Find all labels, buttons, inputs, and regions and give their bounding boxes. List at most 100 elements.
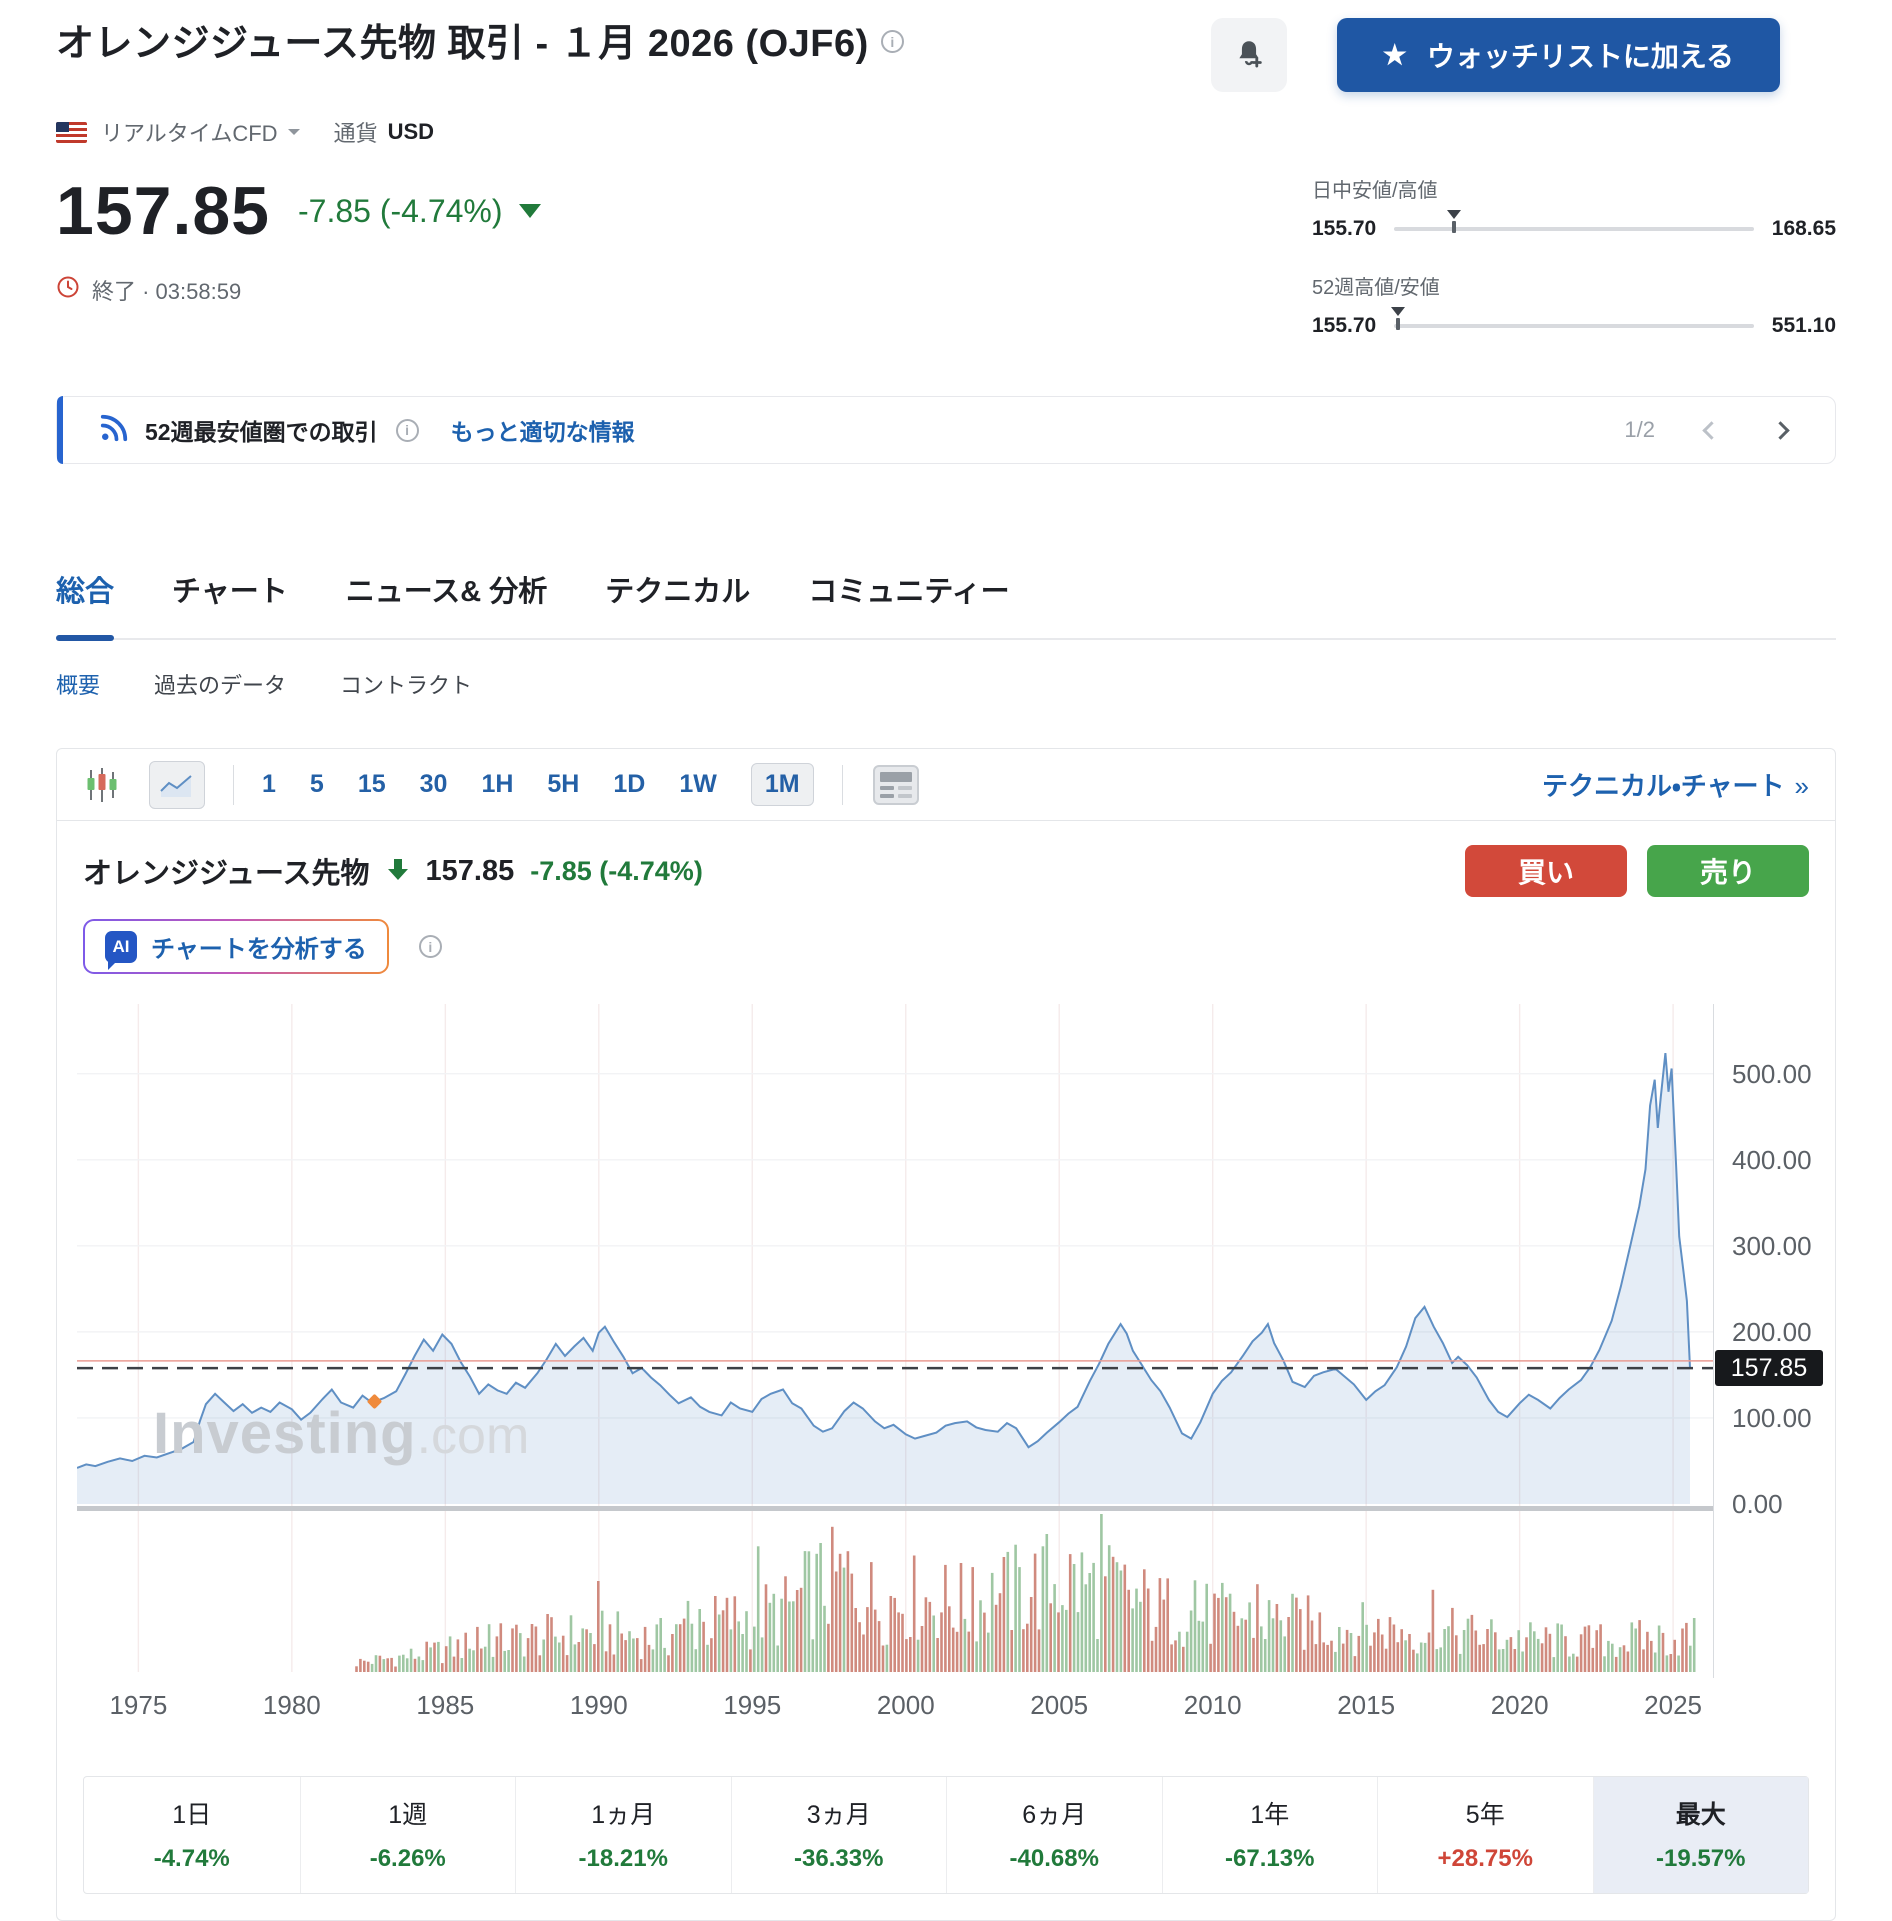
sub-tabs: 概要 過去のデータ コントラクト <box>56 668 1836 700</box>
chart-price-change: -7.85 (-4.74%) <box>530 855 703 886</box>
chart-last-price: 157.85 <box>425 854 515 887</box>
last-price: 157.85 <box>56 173 270 249</box>
technical-chart-link[interactable]: テクニカル・チャート» <box>1542 766 1809 803</box>
intraday-range-label: 日中安値/高値 <box>1312 180 1438 202</box>
perf-label-max: 最大 <box>1675 1801 1726 1829</box>
interval-buttons: 1 5 15 30 1H 5H 1D 1W 1M <box>262 763 814 806</box>
tab-community[interactable]: コミュニティー <box>808 568 1009 638</box>
bell-plus-icon <box>1232 37 1266 74</box>
x-tick-1990: 1990 <box>569 1690 628 1720</box>
perf-label-3m: 3ヵ月 <box>806 1801 871 1829</box>
x-tick-2010: 2010 <box>1183 1690 1242 1720</box>
interval-5h[interactable]: 5H <box>547 770 579 799</box>
intraday-high: 168.65 <box>1771 217 1836 240</box>
y-tick-200: 200.00 <box>1732 1316 1812 1347</box>
perf-value-6m: -40.68% <box>1009 1845 1099 1872</box>
news-layout-button[interactable] <box>871 763 921 807</box>
perf-label-1d: 1日 <box>172 1801 212 1829</box>
chart-card: 1 5 15 30 1H 5H 1D 1W 1M テクニカル・チャート» オレンジジュース先物 <box>56 748 1836 1921</box>
insight-prev-icon[interactable] <box>1702 420 1721 440</box>
clock-icon <box>56 275 80 305</box>
x-tick-1985: 1985 <box>416 1690 475 1720</box>
trade-buttons: 買い 売り <box>1465 845 1809 897</box>
tab-overview[interactable]: 総合 <box>56 568 115 641</box>
instrument-page: オレンジジュース先物 取引 - １月 2026 (OJF6) i ★ ウォッチリ… <box>0 0 1892 1921</box>
tab-news-analysis[interactable]: ニュース& 分析 <box>346 568 548 638</box>
sell-button[interactable]: 売り <box>1647 845 1809 897</box>
interval-1h[interactable]: 1H <box>481 770 513 799</box>
y-tick-100: 100.00 <box>1732 1402 1812 1433</box>
week52-range-marker <box>1390 307 1405 330</box>
perf-cell-5y[interactable]: 5年 +28.75% <box>1377 1777 1593 1893</box>
chart-toolbar: 1 5 15 30 1H 5H 1D 1W 1M テクニカル・チャート» <box>57 749 1835 821</box>
perf-cell-1y[interactable]: 1年 -67.13% <box>1161 1777 1378 1893</box>
currency-value: USD <box>387 119 435 144</box>
signal-icon <box>99 413 129 448</box>
buy-button[interactable]: 買い <box>1465 845 1627 897</box>
x-tick-2005: 2005 <box>1030 1690 1089 1720</box>
ai-analyze-label: チャートを分析する <box>151 936 367 963</box>
price-chart[interactable] <box>77 1004 1713 1678</box>
main-tabs: 総合 チャート ニュース& 分析 テクニカル コミュニティー <box>56 568 1836 641</box>
price-change: -7.85 (-4.74%) <box>297 192 503 229</box>
ai-analyze-row: AI チャートを分析する i <box>57 897 1835 974</box>
perf-cell-3m[interactable]: 3ヵ月 -36.33% <box>730 1777 947 1893</box>
perf-label-1y: 1年 <box>1250 1801 1290 1829</box>
price-area-fill <box>77 1053 1690 1504</box>
line-chart-button[interactable] <box>149 760 205 809</box>
price-section: 157.85 -7.85 (-4.74%) 終了 · 03:58:59 日中安値… <box>56 172 1836 338</box>
insight-banner: 52週最安値圏での取引 i もっと適切な情報 1/2 <box>56 396 1836 464</box>
ai-info-icon[interactable]: i <box>418 935 442 958</box>
perf-cell-6m[interactable]: 6ヵ月 -40.68% <box>946 1777 1162 1893</box>
perf-cell-1w[interactable]: 1週 -6.26% <box>299 1777 516 1893</box>
y-tick-500: 500.00 <box>1732 1058 1812 1089</box>
intraday-range: 日中安値/高値 155.70 168.65 <box>1312 174 1836 241</box>
candlestick-chart-button[interactable] <box>83 766 121 804</box>
insight-info-icon[interactable]: i <box>395 418 419 442</box>
insight-link[interactable]: もっと適切な情報 <box>451 413 635 447</box>
perf-value-1m: -18.21% <box>578 1845 668 1872</box>
interval-5[interactable]: 5 <box>310 770 324 799</box>
tab-technical[interactable]: テクニカル <box>605 568 750 638</box>
subtab-history[interactable]: 過去のデータ <box>154 668 286 700</box>
time-axis[interactable]: 1975 1980 1985 1990 1995 2000 2005 2010 2015 2020… <box>77 1684 1713 1728</box>
x-tick-2000: 2000 <box>876 1690 935 1720</box>
instrument-meta: リアルタイムCFD 通貨 USD <box>56 116 1836 148</box>
range-sliders: 日中安値/高値 155.70 168.65 52週高値/安値 155.70 55… <box>1312 174 1836 338</box>
chart-region: Investing .com 500.00 400.00 300.00 200.00 10… <box>57 1004 1835 1730</box>
insight-next-icon[interactable] <box>1771 420 1790 440</box>
subtab-summary[interactable]: 概要 <box>56 668 100 700</box>
price-axis[interactable]: 500.00 400.00 300.00 200.00 100.00 0.00 <box>1713 1004 1845 1678</box>
insight-pagination: 1/2 <box>1624 417 1655 442</box>
add-watchlist-button[interactable]: ★ ウォッチリストに加える <box>1336 18 1780 92</box>
y-tick-0: 0.00 <box>1732 1489 1783 1519</box>
perf-value-1w: -6.26% <box>369 1845 446 1872</box>
create-alert-button[interactable] <box>1210 18 1287 92</box>
market-type-dropdown[interactable]: リアルタイムCFD <box>101 116 278 148</box>
perf-value-1y: -67.13% <box>1225 1845 1315 1872</box>
perf-cell-1m[interactable]: 1ヵ月 -18.21% <box>515 1777 731 1893</box>
interval-1d[interactable]: 1D <box>613 770 645 799</box>
week52-high: 551.10 <box>1771 314 1836 337</box>
watchlist-button-label: ウォッチリストに加える <box>1426 41 1734 72</box>
interval-30[interactable]: 30 <box>420 770 448 799</box>
title-info-icon[interactable]: i <box>880 30 904 53</box>
perf-cell-1d[interactable]: 1日 -4.74% <box>84 1777 300 1893</box>
perf-label-6m: 6ヵ月 <box>1022 1801 1087 1829</box>
perf-value-5y: +28.75% <box>1437 1845 1533 1872</box>
interval-15[interactable]: 15 <box>358 770 386 799</box>
x-tick-1980: 1980 <box>262 1690 321 1720</box>
perf-value-1d: -4.74% <box>153 1845 230 1872</box>
perf-value-3m: -36.33% <box>794 1845 884 1872</box>
perf-cell-max[interactable]: 最大 -19.57% <box>1592 1777 1808 1893</box>
toolbar-divider <box>841 764 843 805</box>
intraday-range-slider <box>1394 210 1754 233</box>
week52-low: 155.70 <box>1312 314 1377 337</box>
ai-analyze-button[interactable]: AI チャートを分析する <box>83 919 389 974</box>
subtab-contracts[interactable]: コントラクト <box>340 668 472 700</box>
us-flag-icon <box>56 121 87 143</box>
interval-1w[interactable]: 1W <box>679 770 717 799</box>
interval-1[interactable]: 1 <box>262 770 276 799</box>
tab-chart[interactable]: チャート <box>172 568 288 638</box>
interval-1m[interactable]: 1M <box>750 763 814 806</box>
